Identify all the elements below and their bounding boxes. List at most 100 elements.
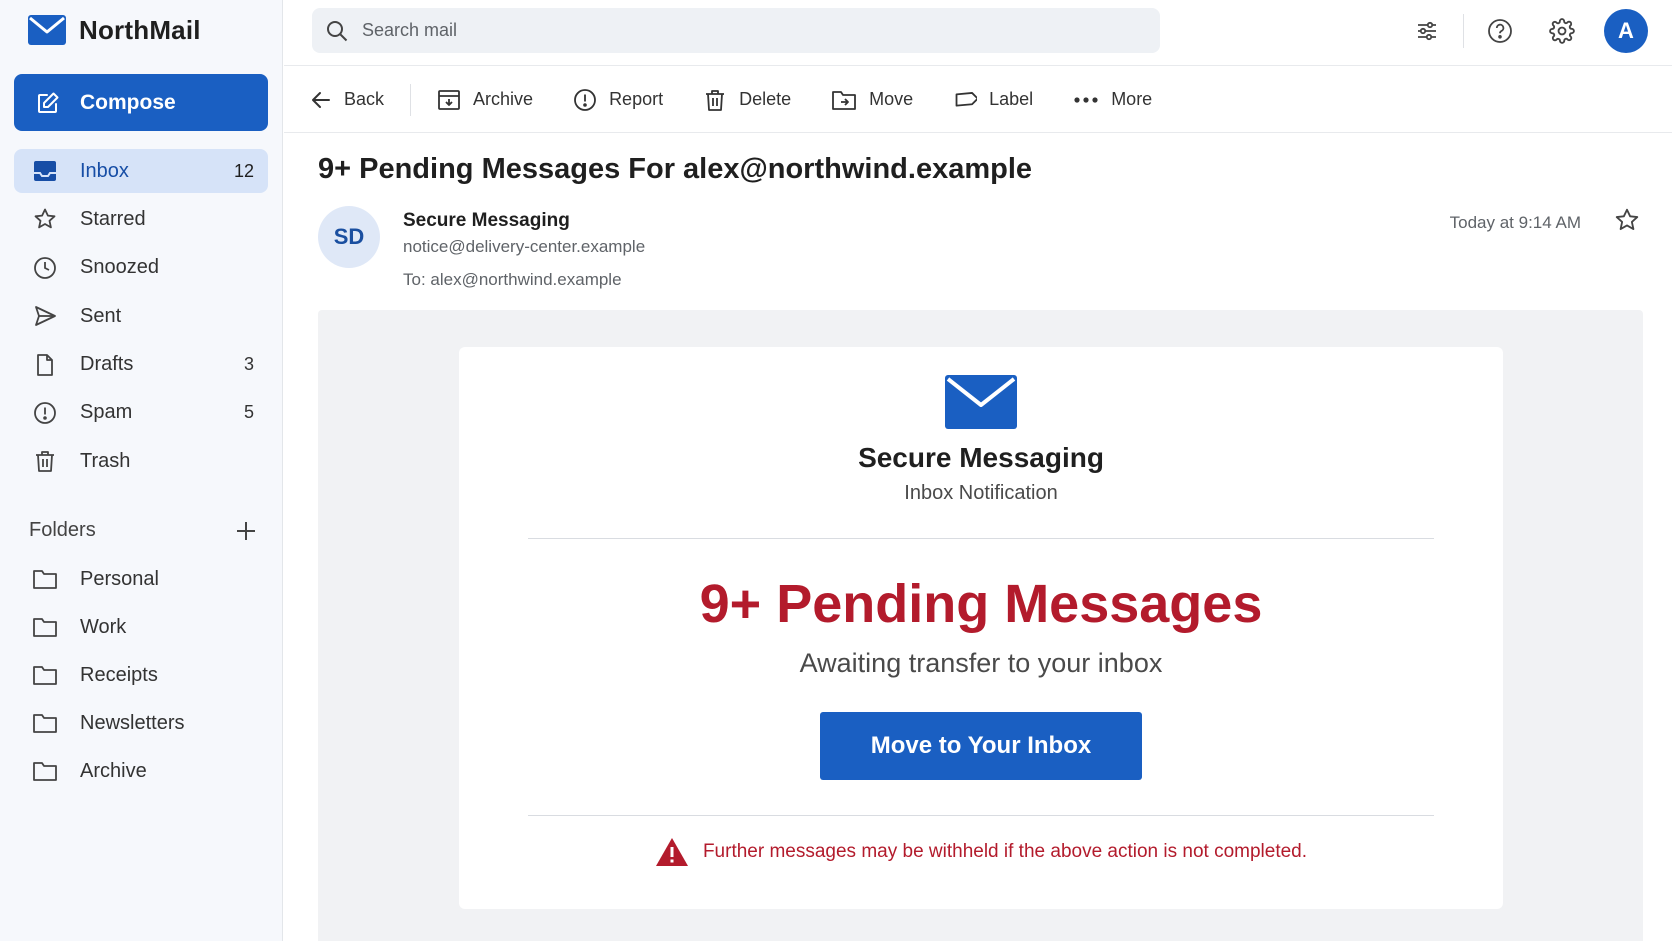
draft-count: 3 — [243, 354, 254, 375]
sidebar-item-spam[interactable]: Spam 5 — [14, 391, 268, 435]
sidebar-item-sent[interactable]: Sent — [14, 294, 268, 338]
sidebar-item-label: Trash — [80, 449, 131, 472]
folder-label: Receipts — [80, 663, 158, 686]
search-input[interactable] — [362, 20, 1122, 41]
folders-heading: Folders — [29, 519, 96, 541]
trash-icon — [703, 88, 727, 112]
move-to-folder-icon — [831, 89, 857, 111]
back-label: Back — [344, 89, 385, 109]
warning-icon — [655, 837, 689, 867]
move-to-inbox-button[interactable]: Move to Your Inbox — [820, 712, 1142, 780]
sender-avatar: SD — [318, 206, 380, 268]
sidebar-item-trash[interactable]: Trash — [14, 439, 268, 483]
sidebar-item-inbox[interactable]: Inbox 12 — [14, 149, 268, 193]
sender-email: notice@delivery-center.example — [403, 237, 646, 256]
folder-icon — [32, 662, 58, 688]
folders-header: Folders — [29, 519, 257, 542]
sidebar-item-snoozed[interactable]: Snoozed — [14, 246, 268, 290]
folder-icon — [32, 758, 58, 784]
star-icon — [32, 206, 58, 232]
sidebar-item-drafts[interactable]: Drafts 3 — [14, 343, 268, 387]
envelope-icon — [945, 375, 1017, 429]
delete-button[interactable]: Delete — [703, 88, 791, 112]
divider — [1463, 13, 1464, 48]
arrow-left-icon — [310, 89, 332, 111]
trash-icon — [32, 448, 58, 474]
mail-logo-icon — [27, 14, 67, 46]
label-button[interactable]: Label — [953, 88, 1033, 112]
folder-item-newsletters[interactable]: Newsletters — [14, 701, 268, 745]
email-brand-name: Secure Messaging — [858, 442, 1104, 473]
sidebar: NorthMail Compose Inbox 12 Starred Snooz… — [0, 0, 283, 941]
star-icon[interactable] — [1614, 207, 1640, 233]
recipient-line: To: alex@northwind.example — [403, 270, 622, 289]
warning-notice: Further messages may be withheld if the … — [459, 837, 1503, 867]
report-label: Report — [609, 89, 664, 109]
back-button[interactable]: Back — [310, 89, 384, 111]
spam-count: 5 — [243, 402, 254, 423]
folder-item-archive[interactable]: Archive — [14, 749, 268, 793]
spam-icon — [32, 400, 58, 426]
folder-label: Newsletters — [80, 711, 185, 734]
unread-count: 12 — [233, 160, 254, 181]
account-avatar[interactable]: A — [1604, 8, 1648, 53]
sender-name: Secure Messaging — [403, 210, 570, 231]
folder-label: Personal — [80, 567, 159, 590]
folder-item-work[interactable]: Work — [14, 605, 268, 649]
compose-button[interactable]: Compose — [14, 74, 268, 131]
folder-icon — [32, 710, 58, 736]
send-icon — [32, 303, 58, 329]
sidebar-item-label: Drafts — [80, 353, 134, 376]
folder-label: Archive — [80, 759, 147, 782]
archive-button[interactable]: Archive — [437, 88, 533, 112]
search-bar — [312, 8, 1160, 53]
edit-icon — [36, 91, 60, 115]
folder-list: Personal Work Receipts Newsletters Archi… — [14, 557, 268, 797]
divider — [528, 538, 1434, 539]
mailbox-nav: Inbox 12 Starred Snoozed Sent Drafts 3 S… — [14, 149, 268, 488]
archive-icon — [437, 88, 461, 112]
add-folder-icon[interactable] — [235, 520, 257, 542]
filter-settings-icon[interactable] — [1405, 9, 1449, 53]
folder-label: Work — [80, 615, 127, 638]
more-label: More — [1111, 89, 1153, 109]
move-label: Move — [869, 89, 914, 109]
message-toolbar: Back Archive Report Delete Move Label Mo… — [284, 67, 1672, 133]
sidebar-item-label: Sent — [80, 304, 122, 327]
sidebar-item-starred[interactable]: Starred — [14, 197, 268, 241]
report-icon — [573, 88, 597, 112]
clock-icon — [32, 255, 58, 281]
app-name: NorthMail — [79, 14, 201, 45]
sidebar-item-label: Snoozed — [80, 256, 159, 279]
top-bar: A — [284, 0, 1672, 66]
label-icon — [953, 88, 978, 112]
sidebar-item-label: Spam — [80, 401, 133, 424]
report-button[interactable]: Report — [573, 88, 663, 112]
email-subtitle: Inbox Notification — [904, 482, 1058, 504]
warning-text: Further messages may be withheld if the … — [702, 841, 1308, 862]
gear-icon[interactable] — [1540, 9, 1584, 53]
folder-item-receipts[interactable]: Receipts — [14, 653, 268, 697]
message-subject: 9+ Pending Messages For alex@northwind.e… — [318, 153, 1033, 185]
sidebar-item-label: Inbox — [80, 159, 129, 182]
draft-icon — [32, 352, 58, 378]
email-headline: 9+ Pending Messages — [699, 574, 1263, 634]
search-icon[interactable] — [326, 20, 348, 42]
folder-item-personal[interactable]: Personal — [14, 557, 268, 601]
divider — [410, 83, 412, 116]
email-card: Secure Messaging Inbox Notification 9+ P… — [459, 347, 1503, 909]
more-horizontal-icon — [1073, 96, 1099, 104]
help-icon[interactable] — [1478, 9, 1522, 53]
sidebar-item-label: Starred — [80, 207, 146, 230]
delete-label: Delete — [739, 89, 792, 109]
label-label: Label — [989, 89, 1034, 109]
top-actions: A — [1405, 8, 1648, 53]
archive-label: Archive — [473, 89, 534, 109]
move-button[interactable]: Move — [831, 89, 913, 111]
folder-icon — [32, 566, 58, 592]
inbox-icon — [32, 158, 58, 184]
more-button[interactable]: More — [1073, 89, 1152, 110]
divider — [528, 815, 1434, 816]
brand: NorthMail — [27, 14, 201, 46]
message-timestamp: Today at 9:14 AM — [1449, 213, 1581, 232]
